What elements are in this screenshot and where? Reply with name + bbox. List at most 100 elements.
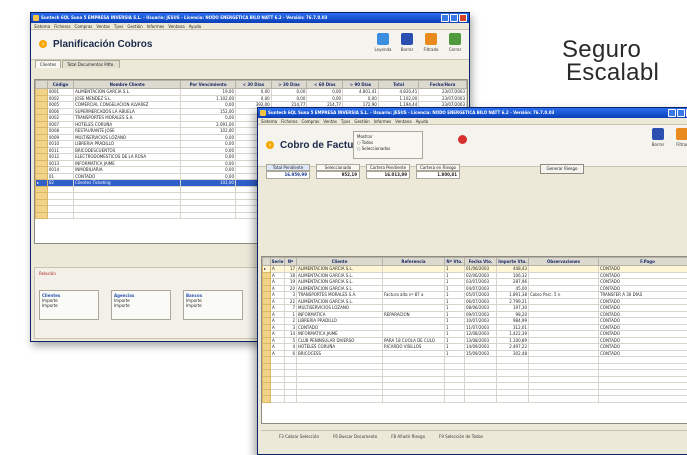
shortcut-f8-anadir-riesgo[interactable]: F8 Añadir Riesgo [391, 431, 425, 442]
column-header-codigo[interactable]: Código [46, 80, 75, 89]
menu-gestion[interactable]: Gestión [354, 119, 369, 124]
table-row[interactable]: A 3 TRANSPORTES MORALES S.A. Factura alta n… [262, 291, 687, 299]
filter-icon [425, 33, 437, 45]
table-cell [270, 395, 285, 403]
shortcut-f3-cobrar-seleccion[interactable]: F3 Cobrar Selección [279, 431, 319, 442]
menu-sistema[interactable]: Sistema [34, 24, 50, 29]
column-header-fecha-hora[interactable]: Fecha/Hora [418, 80, 467, 89]
filter-option-label: Todos [361, 140, 374, 145]
menu-ventana[interactable]: Ventana [168, 24, 184, 29]
menu-ventas[interactable]: Ventas [96, 24, 110, 29]
table-cell [464, 395, 497, 403]
tab-total-documentos[interactable]: Total Documentos Pdte. [62, 60, 120, 68]
column-header-referencia[interactable]: Referencia [382, 257, 445, 266]
app-icon [260, 110, 266, 116]
filter-option-selected[interactable]: ○ Seleccionados [357, 146, 419, 152]
filtrar-button[interactable]: Filtrar [672, 128, 687, 147]
column-header-observaciones[interactable]: Observaciones [528, 257, 599, 266]
tool-label: Borrar [651, 142, 665, 147]
borrar-button[interactable]: Borrar [648, 128, 668, 147]
menu-tpvs[interactable]: Tpvs [341, 119, 350, 124]
shortcut-f9-seleccion-de-todos[interactable]: F9 Selección de Todos [439, 431, 483, 442]
menu-sistema[interactable]: Sistema [261, 119, 277, 124]
table-cell [73, 211, 182, 219]
column-header-serie[interactable]: Serie [270, 257, 285, 266]
menu-ayuda[interactable]: Ayuda [189, 24, 201, 29]
menu-compras[interactable]: Compras [75, 24, 93, 29]
summary-value: 952,19 [316, 171, 360, 179]
form-bullet-icon: › [39, 40, 47, 48]
table-cell [598, 395, 687, 403]
summary-value: 1.800,81 [416, 171, 460, 179]
column-header-90-dias[interactable]: > 90 Días [342, 80, 379, 89]
tab-clientes[interactable]: Clientes [35, 60, 62, 68]
window-titlebar[interactable]: Suntech 6QL Suna 5 EMPRESA INVERSIA S.L.… [258, 108, 687, 118]
borrar-button[interactable]: Borrar [397, 33, 417, 52]
tool-label: Borrar [400, 47, 414, 52]
summary-value: 16.959,99 [266, 171, 310, 179]
tool-label: Leyenda [374, 47, 392, 52]
cerrar-button[interactable]: Cerrar [445, 33, 465, 52]
column-header-n-vto[interactable]: Nº Vto. [444, 257, 465, 266]
column-header-importe-vto[interactable]: Importe Vto. [496, 257, 529, 266]
row-indicator [35, 211, 48, 219]
delete-icon [652, 128, 664, 140]
table-cell [444, 395, 465, 403]
summary-total-pendiente: Total Pendiente 16.959,99 [266, 164, 310, 179]
menu-bar: Sistema Ficheros Compras Ventas Tpvs Gestión I… [31, 23, 469, 30]
minimize-button[interactable] [668, 109, 676, 117]
app-icon [33, 15, 39, 21]
menu-bar: Sistema Ficheros Compras Ventas Tpvs Gestión I… [258, 118, 687, 125]
table-cell [528, 395, 599, 403]
menu-compras[interactable]: Compras [302, 119, 320, 124]
column-header-n[interactable]: Nº [284, 257, 297, 266]
window-titlebar[interactable]: Suntech 6QL Suna 5 EMPRESA INVERSIA S.L.… [31, 13, 469, 23]
bancos-box-line: Importe [186, 303, 202, 308]
column-header-por-vencimiento[interactable]: Por Vencimiento [180, 80, 236, 89]
filter-option-label: Seleccionados [361, 146, 391, 151]
menu-ficheros[interactable]: Ficheros [54, 24, 70, 29]
leyenda-button[interactable]: Leyenda [373, 33, 393, 52]
toolbar: Leyenda Borrar Filtrado Cerrar [373, 33, 465, 52]
maximize-button[interactable] [677, 109, 685, 117]
row-indicator-header [262, 257, 271, 266]
menu-tpvs[interactable]: Tpvs [114, 24, 123, 29]
minimize-button[interactable] [441, 14, 449, 22]
row-indicator-header [35, 80, 48, 89]
bancos-box: Bancos Importe Importe [183, 290, 243, 320]
menu-ficheros[interactable]: Ficheros [281, 119, 297, 124]
column-header-fecha-vto[interactable]: Fecha Vto. [464, 257, 497, 266]
column-header-30-dias[interactable]: > 30 Días [270, 80, 308, 89]
summary-cartera-pendiente: Cartera Pendiente 16.013,89 [366, 164, 410, 179]
menu-ventas[interactable]: Ventas [323, 119, 337, 124]
clientes-box: Clientes Importe Importe [39, 290, 99, 320]
column-header-60-dias[interactable]: < 60 Días [306, 80, 344, 89]
clientes-box-line: Importe [42, 303, 58, 308]
status-bar: F3 Cobrar Selección F6 Buscar Documento F8… [261, 430, 687, 442]
tool-label: Filtrar [676, 142, 687, 147]
filtrado-button[interactable]: Filtrado [421, 33, 441, 52]
menu-informes[interactable]: Informes [147, 24, 165, 29]
menu-informes[interactable]: Informes [374, 119, 392, 124]
column-header-30-dias[interactable]: < 30 Días [234, 80, 272, 89]
column-header-total[interactable]: Total [377, 80, 420, 89]
close-icon [449, 33, 461, 45]
form-title: Planificación Cobros [53, 39, 153, 50]
tool-label: Filtrado [423, 47, 439, 52]
generate-risk-button[interactable]: Generar Riesgo [540, 164, 584, 174]
filter-icon [676, 128, 687, 140]
menu-ayuda[interactable]: Ayuda [416, 119, 428, 124]
menu-gestion[interactable]: Gestión [127, 24, 142, 29]
shortcut-f6-buscar-documento[interactable]: F6 Buscar Documento [333, 431, 377, 442]
summary-label: Total Pendiente [266, 164, 310, 171]
column-header-cliente[interactable]: Cliente [296, 257, 383, 266]
empty-row [262, 395, 687, 403]
maximize-button[interactable] [450, 14, 458, 22]
summary-label: Seleccionado [316, 164, 360, 171]
menu-ventana[interactable]: Ventana [395, 119, 411, 124]
column-header-f-pago[interactable]: F.Pago [598, 257, 687, 266]
close-window-button[interactable] [459, 14, 467, 22]
window-title: Suntech 6QL Suna 5 EMPRESA INVERSIA S.L.… [41, 15, 328, 20]
column-header-nombre-cliente[interactable]: Nombre Cliente [73, 80, 182, 89]
alert-indicator-icon [458, 135, 467, 144]
